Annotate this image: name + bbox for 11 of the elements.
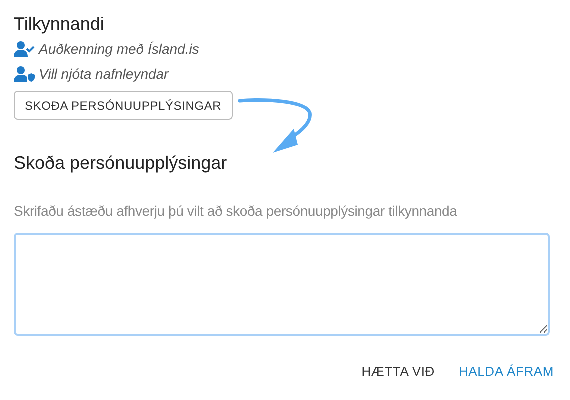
cancel-button[interactable]: HÆTTA VIÐ (354, 358, 443, 385)
field-label: Skrifaðu ástæðu afhverju þú vilt að skoða persónuupplýsingar tilkynnanda (14, 203, 458, 219)
continue-button[interactable]: HALDA ÁFRAM (450, 358, 562, 385)
reporter-title: Tilkynnandi (14, 13, 106, 36)
user-shield-icon (14, 66, 35, 82)
reporter-info-text: Auðkenning með Ísland.is (39, 40, 200, 56)
view-personal-info-button[interactable]: SKOÐA PERSÓNUUPPLÝSINGAR (14, 91, 233, 120)
reason-text-area[interactable] (14, 233, 550, 336)
user-check-icon (14, 40, 35, 56)
dialog-title: Skoða persónuupplýsingar (14, 152, 228, 175)
reporter-info-text: Vill njóta nafnleyndar (39, 66, 169, 82)
